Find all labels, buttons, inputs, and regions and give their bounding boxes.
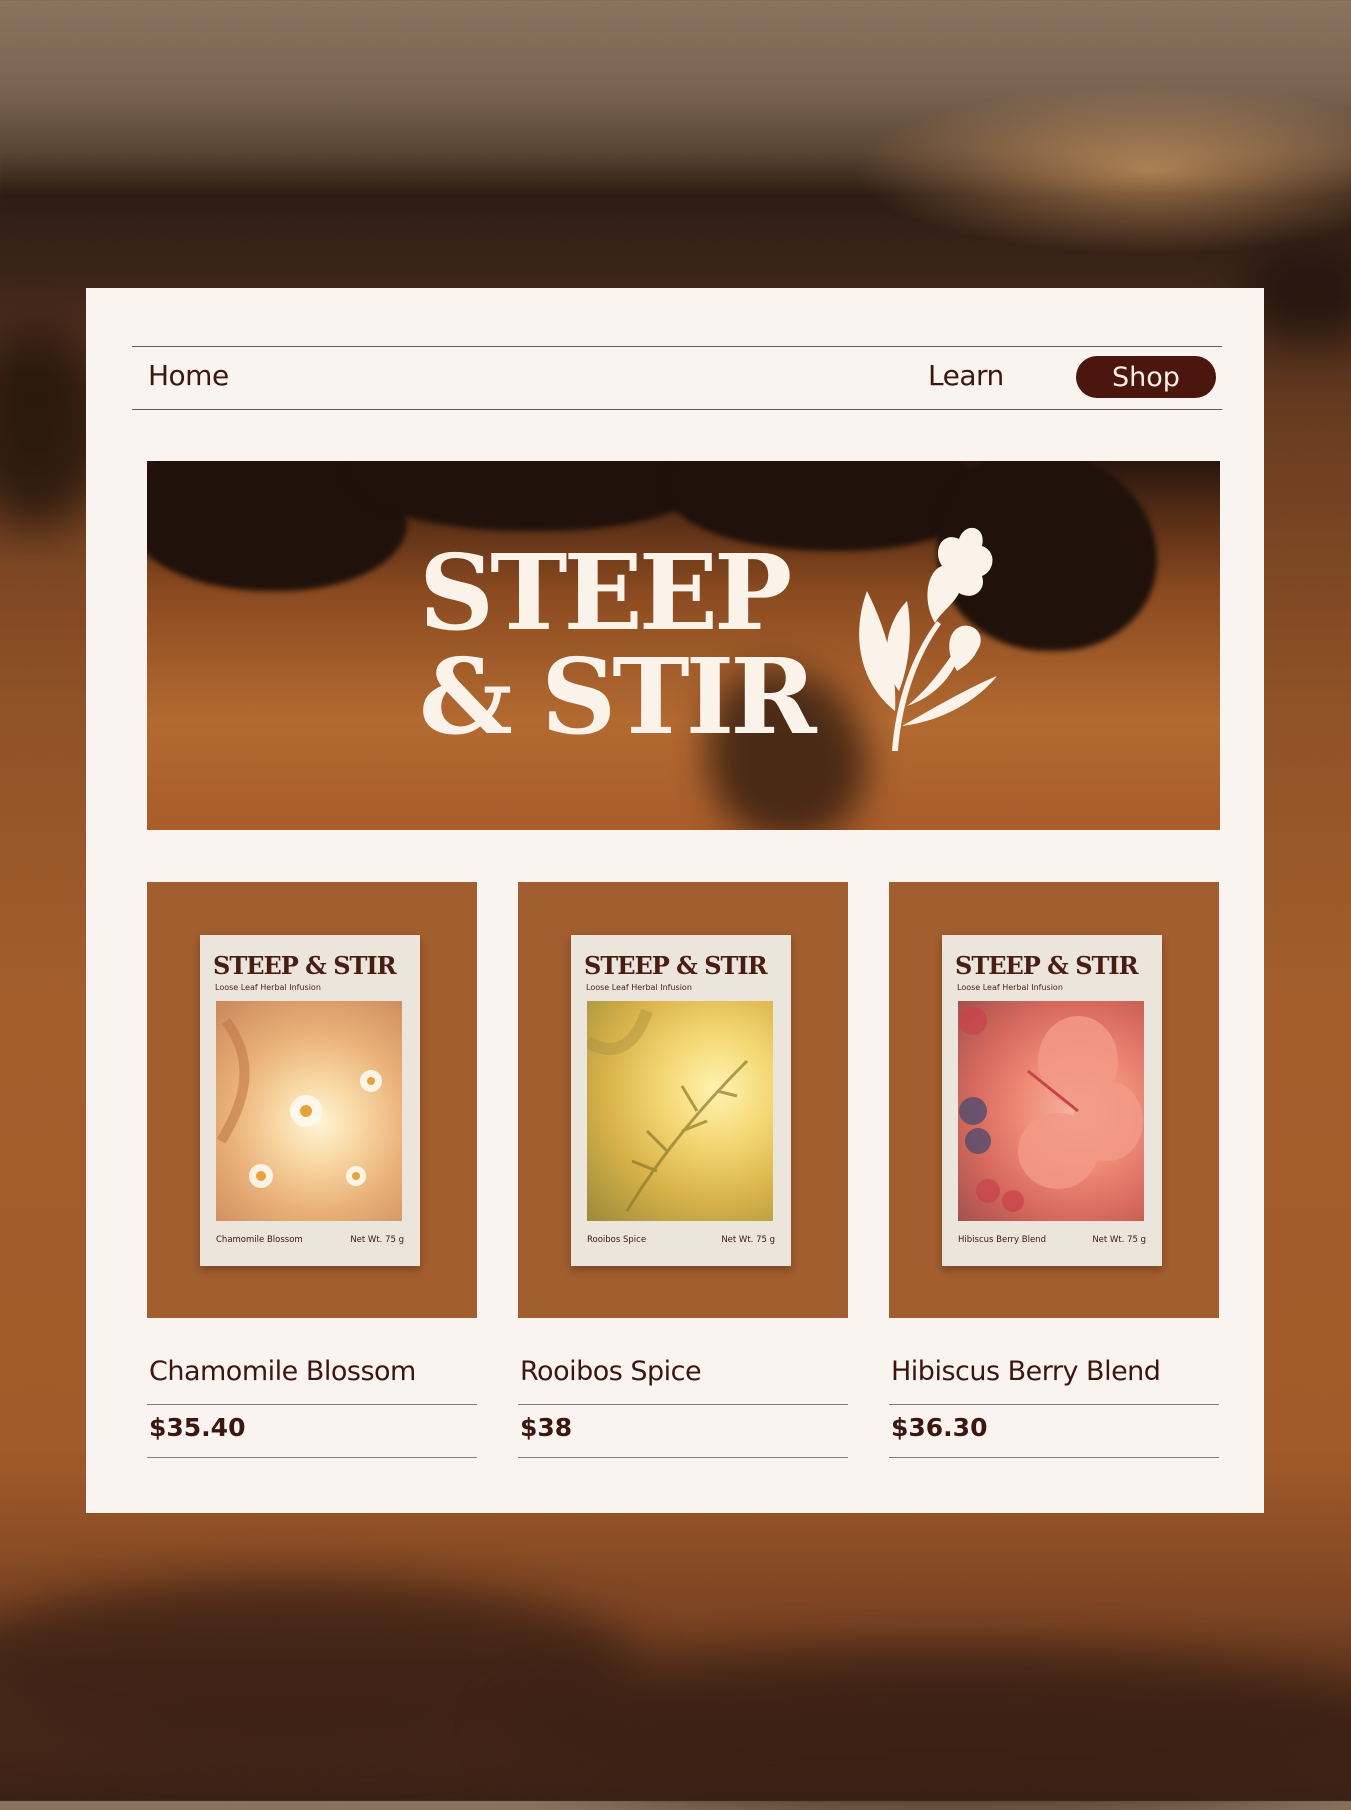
hibiscus-flower-icon bbox=[959, 1007, 1143, 1212]
product-name[interactable]: Chamomile Blossom bbox=[147, 1356, 477, 1405]
box-photo bbox=[587, 1001, 773, 1221]
product-price: $35.40 bbox=[147, 1413, 477, 1458]
tea-box: STEEP & STIR Loose Leaf Herbal Infusion … bbox=[200, 935, 420, 1266]
product-card[interactable]: STEEP & STIR Loose Leaf Herbal Infusion … bbox=[518, 882, 848, 1458]
product-card[interactable]: STEEP & STIR Loose Leaf Herbal Infusion … bbox=[147, 882, 477, 1458]
product-price: $38 bbox=[518, 1413, 848, 1458]
box-brand-text: STEEP & STIR bbox=[955, 951, 1139, 980]
product-name[interactable]: Rooibos Spice bbox=[518, 1356, 848, 1405]
box-photo bbox=[958, 1001, 1144, 1221]
hero-logo-line-2: & STIR bbox=[419, 635, 817, 758]
box-product-name: Chamomile Blossom bbox=[216, 1235, 303, 1245]
flower-logo-icon bbox=[859, 527, 997, 751]
rooibos-plant-icon bbox=[587, 1008, 749, 1212]
box-subtitle: Loose Leaf Herbal Infusion bbox=[215, 983, 321, 992]
hero-banner: STEEP & STIR bbox=[147, 461, 1220, 830]
box-net-weight: Net Wt. 75 g bbox=[721, 1235, 775, 1245]
box-product-name: Rooibos Spice bbox=[587, 1235, 647, 1245]
chamomile-flower-icon bbox=[216, 1018, 382, 1188]
nav-learn-link[interactable]: Learn bbox=[928, 359, 1004, 392]
box-photo bbox=[216, 1001, 402, 1221]
nav-home-link[interactable]: Home bbox=[148, 359, 229, 392]
nav-shop-button[interactable]: Shop bbox=[1076, 356, 1216, 398]
background-shadow bbox=[500, 1650, 1351, 1810]
top-nav: Home Learn Shop bbox=[132, 346, 1222, 410]
product-image[interactable]: STEEP & STIR Loose Leaf Herbal Infusion … bbox=[889, 882, 1219, 1318]
box-subtitle: Loose Leaf Herbal Infusion bbox=[586, 983, 692, 992]
box-product-name: Hibiscus Berry Blend bbox=[958, 1235, 1046, 1245]
product-card[interactable]: STEEP & STIR Loose Leaf Herbal Infusion … bbox=[889, 882, 1219, 1458]
tea-box: STEEP & STIR Loose Leaf Herbal Infusion … bbox=[942, 935, 1162, 1266]
product-price: $36.30 bbox=[889, 1413, 1219, 1458]
product-name[interactable]: Hibiscus Berry Blend bbox=[889, 1356, 1219, 1405]
product-image[interactable]: STEEP & STIR Loose Leaf Herbal Infusion … bbox=[518, 882, 848, 1318]
main-card: Home Learn Shop STEEP & STIR STEEP & STI… bbox=[86, 288, 1264, 1513]
box-brand-text: STEEP & STIR bbox=[584, 951, 768, 980]
hero-logo-text: STEEP & STIR bbox=[419, 541, 817, 758]
box-subtitle: Loose Leaf Herbal Infusion bbox=[957, 983, 1063, 992]
product-image[interactable]: STEEP & STIR Loose Leaf Herbal Infusion … bbox=[147, 882, 477, 1318]
box-net-weight: Net Wt. 75 g bbox=[1092, 1235, 1146, 1245]
box-brand-text: STEEP & STIR bbox=[213, 951, 397, 980]
tea-box: STEEP & STIR Loose Leaf Herbal Infusion … bbox=[571, 935, 791, 1266]
box-net-weight: Net Wt. 75 g bbox=[350, 1235, 404, 1245]
